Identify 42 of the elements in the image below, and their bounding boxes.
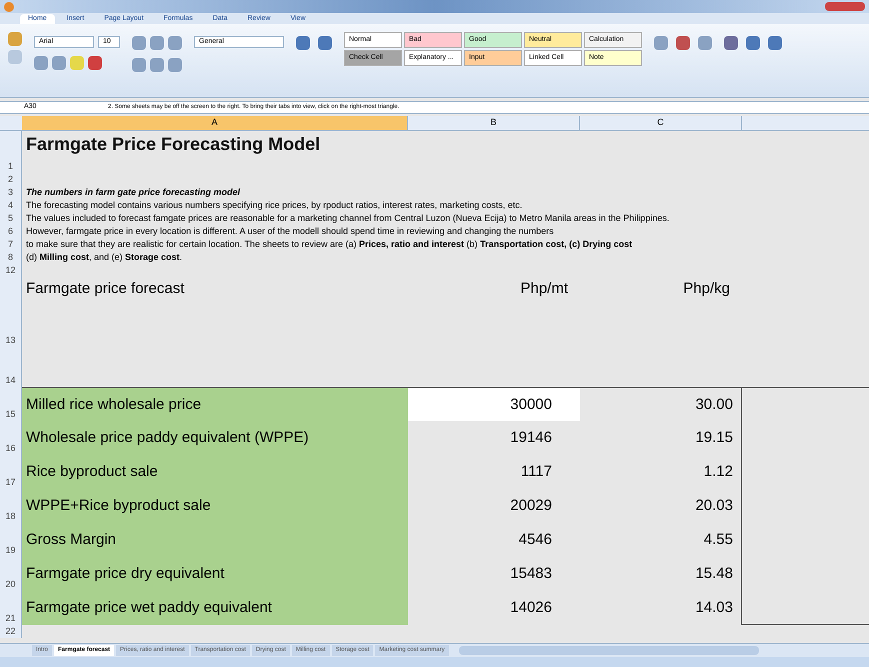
table-cell: Farmgate price dry equivalent xyxy=(22,557,408,591)
row-number: 19 xyxy=(0,523,22,557)
note-text: (d) Milling cost, and (e) Storage cost. xyxy=(26,251,182,264)
row-number: 2 xyxy=(0,173,22,186)
horizontal-scrollbar[interactable] xyxy=(458,646,759,655)
note-heading: The numbers in farm gate price forecasting model xyxy=(26,186,240,199)
row-number: 17 xyxy=(0,455,22,489)
row-number: 14 xyxy=(0,347,22,387)
row-number: 8 xyxy=(0,251,22,264)
row-number: 15 xyxy=(0,387,22,421)
table-cell: 30000 xyxy=(408,388,580,422)
table-cell: 14.03 xyxy=(580,591,742,625)
table-cell: WPPE+Rice byproduct sale xyxy=(22,489,408,523)
table-cell: Gross Margin xyxy=(22,523,408,557)
column-unit: Php/kg xyxy=(683,280,730,297)
sheet-title: Farmgate Price Forecasting Model xyxy=(26,133,320,156)
row-number: 16 xyxy=(0,421,22,455)
row-number: 1 xyxy=(0,131,22,173)
column-header[interactable]: C xyxy=(580,116,742,130)
row-number: 20 xyxy=(0,557,22,591)
note-text: to make sure that they are realistic for certain location. The sheets to review are (a) Prices, ratio and interest (b) Transportation cost, (c) Drying cost xyxy=(26,238,632,251)
row-number: 18 xyxy=(0,489,22,523)
column-header[interactable]: A xyxy=(22,116,408,130)
table-cell: Milled rice wholesale price xyxy=(22,388,408,422)
table-cell: Wholesale price paddy equivalent (WPPE) xyxy=(22,421,408,455)
note-text: The forecasting model contains various numbers specifying rice prices, by rpoduct ratios, interest rates, marketing costs, etc. xyxy=(26,199,522,212)
row-number: 13 xyxy=(0,277,22,347)
note-text: However, farmgate price in every location is different. A user of the modell should spend time in reviewing and changing the numbers xyxy=(26,225,554,238)
row-number: 4 xyxy=(0,199,22,212)
section-heading: Farmgate price forecast xyxy=(26,280,184,297)
column-header[interactable]: B xyxy=(408,116,580,130)
table-cell: Rice byproduct sale xyxy=(22,455,408,489)
table-cell: Farmgate price wet paddy equivalent xyxy=(22,591,408,625)
row-number: 6 xyxy=(0,225,22,238)
column-unit: Php/mt xyxy=(520,280,568,297)
row-number: 3 xyxy=(0,186,22,199)
row-number: 22 xyxy=(0,625,22,638)
row-number: 5 xyxy=(0,212,22,225)
row-number: 7 xyxy=(0,238,22,251)
row-number: 21 xyxy=(0,591,22,625)
note-text: The values included to forecast famgate prices are reasonable for a marketing channel from Central Luzon (Nueva Ecija) to Metro Manila areas in the Philippines. xyxy=(26,212,670,225)
row-number: 12 xyxy=(0,264,22,277)
